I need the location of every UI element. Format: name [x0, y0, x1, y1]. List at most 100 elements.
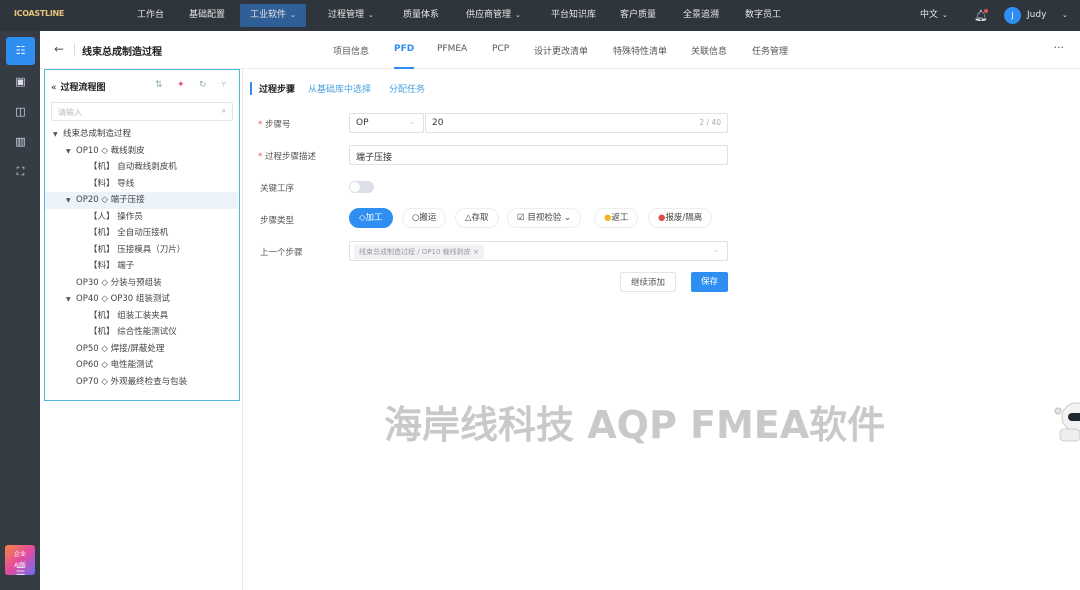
- more-icon[interactable]: ···: [1054, 41, 1065, 54]
- tab-design-change-list[interactable]: 设计更改清单: [534, 44, 588, 57]
- nav-workbench[interactable]: 工作台: [137, 0, 164, 31]
- step-no-input[interactable]: 20 2 / 40: [425, 113, 728, 133]
- process-flow-tree-panel: «过程流程图 ⇅ ✦ ↻ ⑂ 请输入 ⌕ ▼ 线束总成制造过程 ▼ OP10 ◇ 裁线剥…: [44, 69, 240, 401]
- chevron-down-icon: ⌄: [368, 11, 374, 19]
- save-button[interactable]: 保存: [691, 272, 729, 292]
- expand-menu-icon[interactable]: ☰: [6, 558, 35, 586]
- step-no-label: * 步骤号: [258, 120, 291, 130]
- prev-step-label: 上一个步骤: [260, 248, 303, 258]
- step-type-process[interactable]: ◇加工: [349, 208, 393, 228]
- caret-down-icon[interactable]: ▼: [66, 193, 76, 210]
- tree-node-label: 【料】 端子: [89, 261, 135, 271]
- assign-task-link[interactable]: 分配任务: [389, 82, 425, 95]
- select-from-library-link[interactable]: 从基础库中选择: [308, 82, 371, 95]
- layout-icon[interactable]: ◫: [6, 98, 35, 126]
- chevron-down-icon: ⌄: [290, 11, 296, 19]
- tag-close-icon[interactable]: ×: [473, 248, 479, 256]
- prev-step-select[interactable]: 线束总成制造过程 / OP10 裁线剥皮 × ⌄: [349, 241, 728, 261]
- bell-icon[interactable]: 🔔︎: [974, 0, 988, 31]
- tree-node[interactable]: 【机】 全自动压接机: [45, 225, 238, 242]
- continue-add-button[interactable]: 继续添加: [620, 272, 677, 292]
- sub-header: ← 线束总成制造过程 项目信息 PFD PFMEA PCP 设计更改清单 特殊特…: [40, 31, 1080, 69]
- divider: [74, 43, 75, 57]
- description-label: * 过程步骤描述: [258, 152, 316, 162]
- robot-mascot[interactable]: [1052, 395, 1080, 445]
- sidebar: ☷ ▣ ◫ ▥ ⛶ 企业 AI版 ☰: [0, 31, 40, 590]
- tree-node[interactable]: 【机】 压接模具（刀片）: [45, 242, 238, 259]
- tree-node-label: OP60 ◇ 电性能测试: [76, 360, 154, 370]
- tree-node[interactable]: ▼ OP40 ◇ OP30 组装测试: [45, 291, 238, 308]
- tree-node[interactable]: 【料】 导线: [45, 176, 238, 193]
- tab-pcp[interactable]: PCP: [492, 44, 509, 54]
- tree-node[interactable]: 【机】 自动裁线剥皮机: [45, 159, 238, 176]
- step-prefix-select[interactable]: OP ⌄: [349, 113, 424, 133]
- panel-title: «过程流程图: [51, 83, 106, 93]
- tree-node-label: OP50 ◇ 焊接/屏蔽处理: [76, 343, 165, 354]
- nav-supplier-management[interactable]: 供应商管理 ⌄: [466, 0, 521, 31]
- key-process-toggle[interactable]: [349, 181, 374, 193]
- user-menu-chevron-icon[interactable]: ⌄: [1062, 0, 1068, 31]
- tab-pfd[interactable]: PFD: [394, 44, 415, 69]
- nav-quality-system[interactable]: 质量体系: [403, 0, 439, 31]
- caret-down-icon[interactable]: ▼: [66, 144, 76, 161]
- step-type-rework[interactable]: ●返工: [594, 208, 639, 228]
- tree-node-label: 【机】 组装工装夹具: [89, 310, 169, 321]
- tree-structure-icon[interactable]: ⑂: [221, 80, 226, 90]
- section-title: 过程步骤: [250, 82, 295, 95]
- nav-industrial-software[interactable]: 工业软件 ⌄: [240, 4, 306, 27]
- list-icon[interactable]: ☷: [6, 37, 35, 65]
- book-icon[interactable]: ▥: [6, 128, 35, 156]
- nav-base-config[interactable]: 基础配置: [189, 0, 225, 31]
- collapse-icon[interactable]: «: [51, 83, 57, 93]
- org-chart-icon[interactable]: ⛶: [6, 158, 35, 186]
- calendar-icon[interactable]: ▣: [6, 68, 35, 96]
- tree-node[interactable]: 【机】 综合性能测试仪: [45, 324, 238, 341]
- tree-node[interactable]: OP30 ◇ 分装与预组装: [45, 275, 238, 292]
- step-type-scrap[interactable]: ●报废/隔离: [648, 208, 713, 228]
- ai-sparkle-icon[interactable]: ✦: [177, 80, 185, 90]
- tree-node[interactable]: ▼ OP10 ◇ 裁线剥皮: [45, 143, 238, 160]
- nav-process-management[interactable]: 过程管理 ⌄: [328, 0, 374, 31]
- nav-customer-quality[interactable]: 客户质量: [620, 0, 656, 31]
- tree-node-label: OP30 ◇ 分装与预组装: [76, 277, 162, 288]
- caret-down-icon[interactable]: ▼: [53, 127, 63, 144]
- step-type-visual-inspection[interactable]: ☑ 目视检验 ⌄: [507, 208, 582, 228]
- tree-node-label: 【机】 自动裁线剥皮机: [89, 162, 177, 172]
- language-select[interactable]: 中文 ⌄: [920, 0, 948, 31]
- tree-node[interactable]: 【料】 端子: [45, 258, 238, 275]
- tab-task-management[interactable]: 任务管理: [752, 44, 788, 57]
- search-icon: ⌕: [221, 106, 226, 115]
- tree-node-label: 线束总成制造过程: [63, 129, 132, 139]
- caret-down-icon[interactable]: ▼: [66, 292, 76, 309]
- tree-node[interactable]: 【机】 组装工装夹具: [45, 308, 238, 325]
- step-type-label: 步骤类型: [260, 216, 295, 226]
- nav-digital-staff[interactable]: 数字员工: [745, 0, 781, 31]
- tree-node[interactable]: 【人】 操作员: [45, 209, 238, 226]
- process-tree: ▼ 线束总成制造过程 ▼ OP10 ◇ 裁线剥皮 【机】 自动裁线剥皮机 【料】 导线 ▼ O…: [45, 126, 238, 390]
- tree-node-label: OP40 ◇ OP30 组装测试: [76, 294, 170, 304]
- tree-search-input[interactable]: 请输入 ⌕: [51, 102, 233, 121]
- tree-node[interactable]: ▼ OP20 ◇ 端子压接: [45, 192, 238, 209]
- user-name[interactable]: Judy: [1027, 0, 1046, 31]
- char-counter: 2 / 40: [699, 118, 721, 127]
- sort-icon[interactable]: ⇅: [155, 80, 163, 90]
- tree-node[interactable]: OP70 ◇ 外观最终检查与包装: [45, 374, 238, 391]
- avatar[interactable]: J: [1004, 7, 1021, 24]
- step-type-transport[interactable]: ○搬运: [402, 208, 447, 228]
- back-arrow-icon[interactable]: ←: [54, 42, 64, 56]
- tree-node[interactable]: OP50 ◇ 焊接/屏蔽处理: [45, 341, 238, 358]
- nav-knowledge-base[interactable]: 平台知识库: [551, 0, 596, 31]
- tab-related-info[interactable]: 关联信息: [691, 44, 727, 57]
- description-input[interactable]: 端子压接: [349, 145, 728, 165]
- notification-dot: [984, 9, 988, 13]
- tree-node[interactable]: OP60 ◇ 电性能测试: [45, 357, 238, 374]
- refresh-icon[interactable]: ↻: [199, 80, 207, 90]
- chevron-down-icon: ⌄: [409, 118, 415, 126]
- tab-project-info[interactable]: 项目信息: [333, 44, 369, 57]
- tab-special-characteristics[interactable]: 特殊特性清单: [613, 44, 667, 57]
- tab-pfmea[interactable]: PFMEA: [437, 44, 467, 54]
- logo[interactable]: ICOASTLINE: [14, 9, 64, 18]
- tree-node[interactable]: ▼ 线束总成制造过程: [45, 126, 238, 143]
- nav-traceability[interactable]: 全景追溯: [683, 0, 719, 31]
- step-type-storage[interactable]: △存取: [455, 208, 499, 228]
